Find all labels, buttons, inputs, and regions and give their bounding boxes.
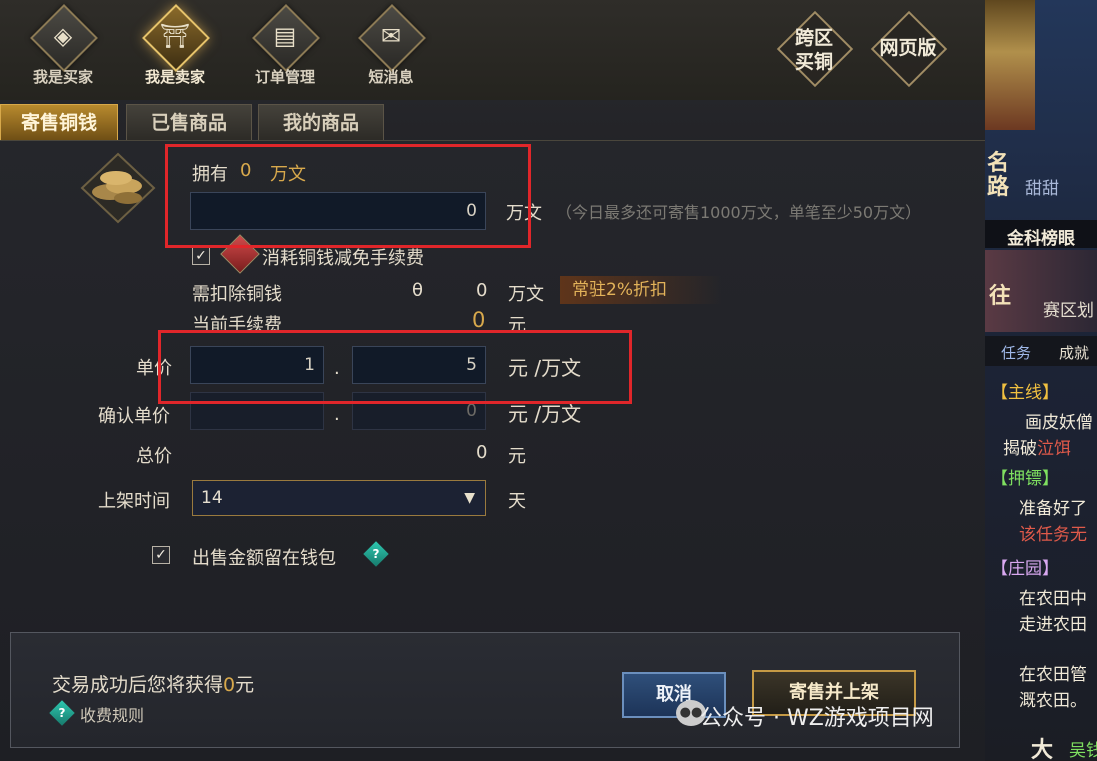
side-rank: 金科榜眼 [1007, 229, 1075, 249]
top-nav-bar: ◈ 我是买家 ⛩ 我是卖家 ▤ 订单管理 ✉ 短消息 跨区 买铜 网页版 [0, 0, 985, 100]
copper-coins-icon [80, 152, 156, 224]
nav-buyer-label: 我是买家 [32, 68, 93, 86]
tab-sell-copper[interactable]: 寄售铜钱 [0, 104, 118, 142]
nav-seller-label: 我是卖家 [144, 68, 205, 86]
tab-my-items[interactable]: 我的商品 [258, 104, 384, 142]
sell-amount-hint: （今日最多还可寄售1000万文，单笔至少50万文） [556, 203, 922, 222]
tab-sold-items[interactable]: 已售商品 [126, 104, 252, 142]
web-version-button[interactable]: 网页版 [868, 10, 948, 90]
side-estate-item3: 在农田管 [1019, 665, 1087, 685]
side-main-item: 画皮妖僧 [1025, 413, 1093, 433]
deduct-copper-value: 0 [476, 280, 488, 301]
receive-summary: 交易成功后您将获得0元 [52, 670, 254, 697]
deduct-copper-label: 需扣除铜钱 [192, 284, 282, 305]
receive-suffix: 元 [235, 674, 255, 696]
side-sweet: 甜甜 [1025, 179, 1059, 199]
coin-icon: ◈ [53, 22, 73, 50]
side-title-fragment: 名 路 [987, 151, 1010, 200]
nav-orders-label: 订单管理 [254, 68, 315, 86]
side-main-sub: 揭破泣饵 [1003, 439, 1071, 459]
game-side-panel: 名 路 甜甜 金科榜眼 往 赛区划 任务 成就 【主线】 画皮妖僧 揭破泣饵 【… [985, 0, 1097, 760]
listing-time-value: 14 [201, 488, 223, 508]
current-fee-value: 0 [472, 308, 486, 332]
side-estate-quest[interactable]: 【庄园】 [991, 554, 1059, 579]
side-estate-item1: 在农田中 [1019, 589, 1087, 609]
help-icon[interactable]: ? [363, 541, 389, 567]
total-price-label: 总价 [136, 446, 172, 467]
listing-time-label: 上架时间 [98, 491, 170, 512]
fee-rules-icon: ? [49, 700, 75, 726]
nav-messages-label: 短消息 [368, 68, 414, 86]
side-go: 往 [989, 284, 1012, 309]
highlight-box-unit-price [158, 330, 632, 404]
side-region: 赛区划 [1043, 301, 1094, 321]
receive-value: 0 [223, 674, 236, 696]
side-estate-item4: 溉农田。 [1019, 691, 1087, 711]
watermark-text: 公众号 · WZ游戏项目网 [700, 706, 934, 731]
cross-server-buy-button[interactable]: 跨区 买铜 [774, 10, 854, 90]
listing-time-select[interactable]: 14 ▼ [192, 480, 486, 516]
side-escort-quest[interactable]: 【押镖】 [991, 464, 1059, 489]
cross-server-label: 跨区 买铜 [794, 27, 833, 73]
keep-in-wallet-label: 出售金额留在钱包 [192, 548, 336, 569]
side-tab-quest[interactable]: 任务 [1001, 342, 1031, 363]
web-version-label: 网页版 [879, 37, 937, 59]
consume-copper-checkbox[interactable]: ✓ [192, 247, 210, 265]
nav-messages-button[interactable]: ✉ 短消息 [346, 4, 436, 92]
side-big: 大 [1031, 738, 1054, 760]
stall-icon: ⛩ [159, 22, 191, 50]
side-tab-achievement[interactable]: 成就 [1059, 342, 1089, 363]
envelope-icon: ✉ [380, 22, 402, 50]
deduct-symbol: θ [412, 280, 424, 301]
ledger-icon: ▤ [273, 22, 297, 50]
lantern-icon [985, 0, 1035, 130]
keep-in-wallet-checkbox[interactable]: ✓ [152, 546, 170, 564]
nav-orders-button[interactable]: ▤ 订单管理 [240, 4, 330, 92]
highlight-box-amount [165, 144, 531, 248]
fee-rules-link[interactable]: 收费规则 [80, 702, 144, 726]
nav-seller-button[interactable]: ⛩ 我是卖家 [130, 4, 220, 92]
side-main-quest[interactable]: 【主线】 [991, 378, 1059, 403]
chevron-down-icon: ▼ [464, 490, 475, 506]
confirm-price-label: 确认单价 [98, 406, 170, 427]
side-escort-sub: 该任务无 [1019, 525, 1087, 545]
deduct-copper-unit: 万文 [508, 284, 544, 305]
side-estate-item2: 走进农田 [1019, 615, 1087, 635]
listing-time-unit: 天 [508, 491, 526, 512]
discount-badge: 常驻2%折扣 [560, 276, 722, 304]
total-price-unit: 元 [508, 446, 526, 467]
total-price-value: 0 [476, 442, 488, 463]
receive-prefix: 交易成功后您将获得 [52, 674, 224, 696]
confirm-price-separator: . [334, 404, 340, 425]
nav-buyer-button[interactable]: ◈ 我是买家 [18, 4, 108, 92]
side-wu: 吴钱 [1069, 741, 1097, 760]
side-escort-item: 准备好了 [1019, 499, 1087, 519]
